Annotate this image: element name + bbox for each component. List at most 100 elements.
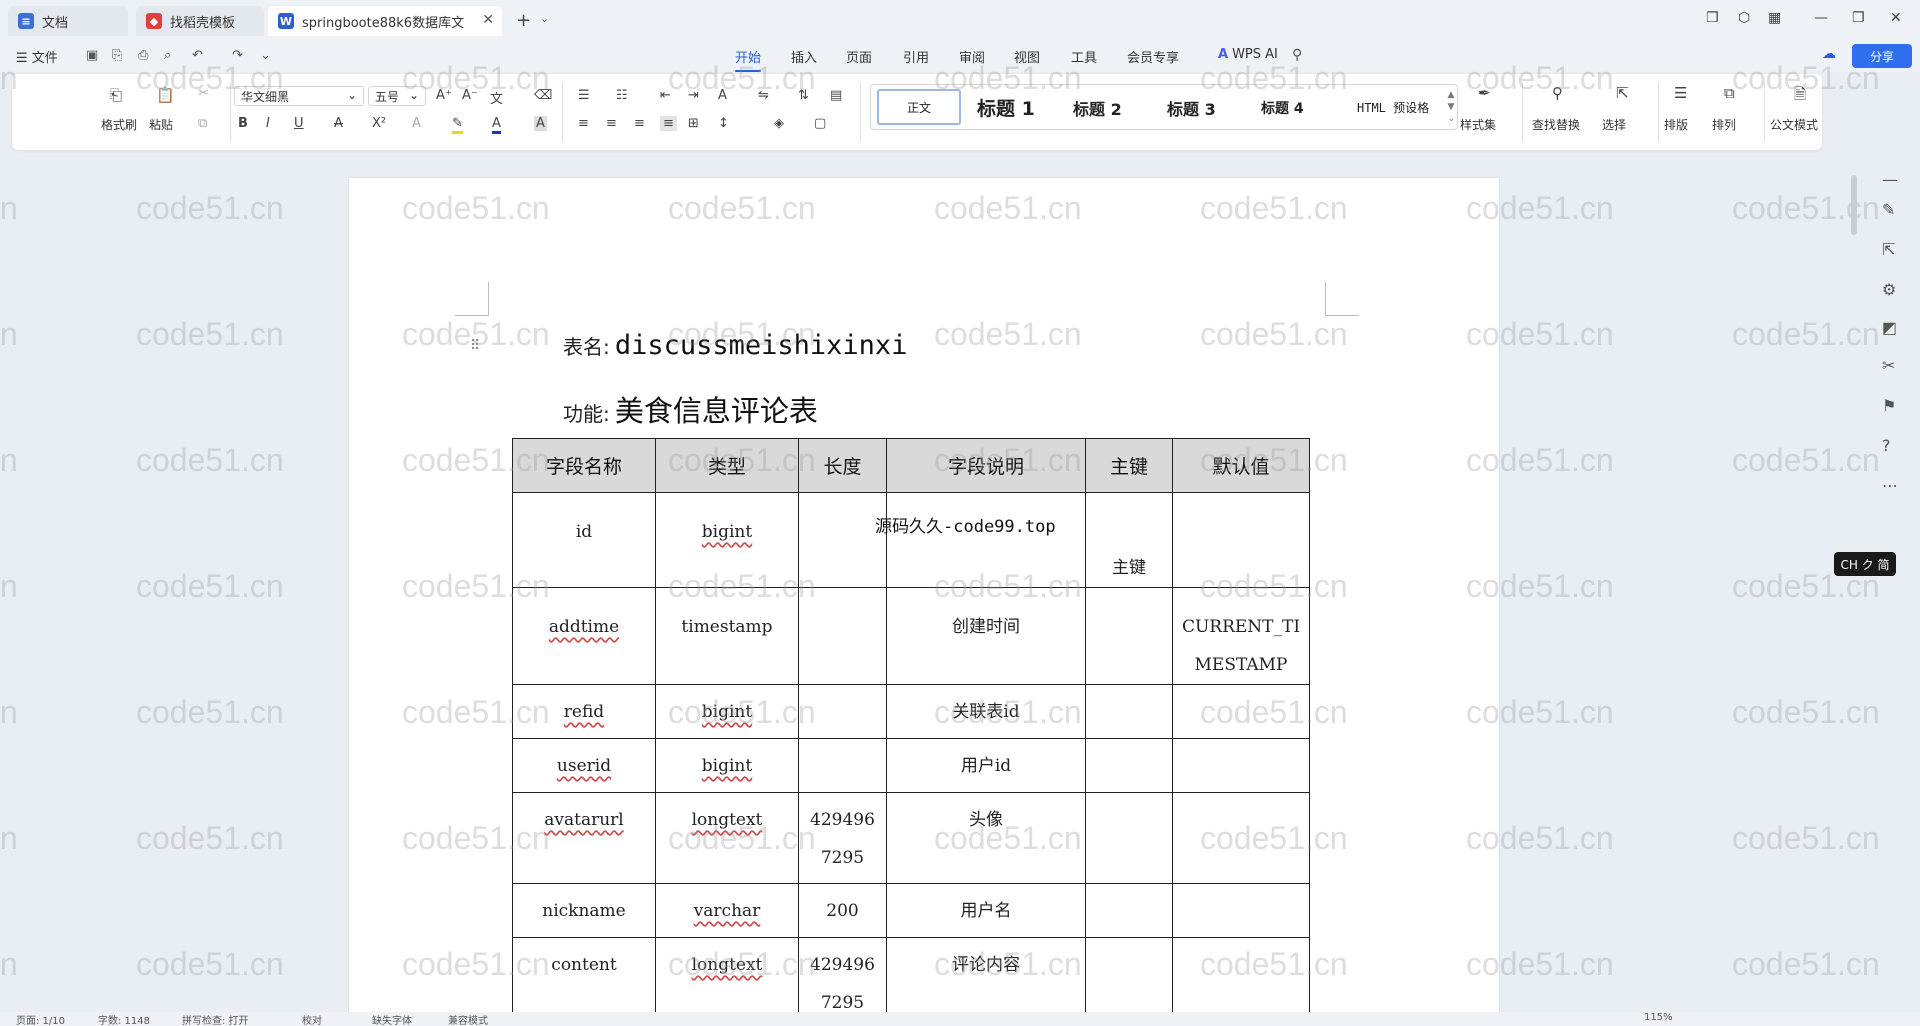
phonetic-icon[interactable]: 文: [490, 88, 503, 107]
style-heading-2[interactable]: 标题 2: [1073, 96, 1122, 120]
official-mode-button[interactable]: 公文模式: [1770, 116, 1818, 133]
tab-docs[interactable]: ≡ 文档: [8, 6, 128, 36]
drag-handle-icon[interactable]: ⠿: [470, 338, 480, 354]
select-cursor-icon[interactable]: ⇱: [1616, 84, 1629, 102]
cell-length[interactable]: 200: [798, 883, 887, 938]
redo-icon[interactable]: ↷: [232, 48, 243, 63]
cell-type[interactable]: timestamp: [655, 587, 799, 685]
tab-references[interactable]: 引用: [903, 47, 929, 66]
add-tab-icon[interactable]: +: [516, 10, 531, 31]
undo-icon[interactable]: ↶: [192, 48, 203, 63]
missing-font[interactable]: 缺失字体: [372, 1012, 412, 1026]
cell-name[interactable]: userid: [512, 738, 656, 793]
proofread[interactable]: 校对: [302, 1012, 322, 1026]
bold-icon[interactable]: B: [238, 116, 248, 131]
cell-desc[interactable]: 创建时间: [886, 587, 1086, 685]
font-name-select[interactable]: 华文细黑 ⌄: [234, 86, 364, 106]
italic-icon[interactable]: I: [266, 116, 270, 131]
official-doc-icon[interactable]: 🗎: [1794, 84, 1806, 109]
share-button[interactable]: 分享: [1852, 44, 1912, 68]
typeset-button[interactable]: 排版: [1664, 116, 1688, 133]
cell-desc[interactable]: 关联表id: [886, 684, 1086, 739]
zoom-level[interactable]: 115%: [1644, 1012, 1673, 1023]
sliders-icon[interactable]: ⚙: [1882, 280, 1896, 299]
find-replace-button[interactable]: 查找替换: [1532, 116, 1580, 133]
arrange-button[interactable]: 排列: [1712, 116, 1736, 133]
cell-length[interactable]: [798, 587, 887, 685]
tab-review[interactable]: 审阅: [959, 47, 985, 66]
paste-icon[interactable]: 📋: [156, 86, 175, 104]
superscript-icon[interactable]: X²: [372, 116, 386, 131]
select-button[interactable]: 选择: [1602, 116, 1626, 133]
cell-default[interactable]: [1172, 792, 1310, 884]
cell-pk[interactable]: [1085, 883, 1173, 938]
cell-pk[interactable]: 主键: [1085, 492, 1173, 588]
search-icon[interactable]: ⚲: [1552, 84, 1563, 102]
close-icon[interactable]: ✕: [482, 12, 494, 28]
tab-home[interactable]: 开始: [735, 47, 762, 72]
print-preview-icon[interactable]: ⌕: [164, 48, 171, 63]
cell-default[interactable]: [1172, 492, 1310, 588]
cut-icon[interactable]: ✂: [198, 86, 209, 101]
cell-pk[interactable]: [1085, 587, 1173, 685]
cell-name[interactable]: refid: [512, 684, 656, 739]
shrink-font-icon[interactable]: A⁻: [462, 88, 478, 103]
pen-icon[interactable]: ✎: [1882, 200, 1895, 219]
cell-type[interactable]: longtext: [655, 792, 799, 884]
style-heading-4[interactable]: 标题 4: [1261, 98, 1304, 118]
align-right-icon[interactable]: ≡: [634, 116, 645, 131]
style-heading-3[interactable]: 标题 3: [1167, 96, 1216, 120]
cell-desc[interactable]: 头像: [886, 792, 1086, 884]
shading-icon[interactable]: ◈: [774, 116, 784, 131]
clear-format-icon[interactable]: ⌫: [534, 88, 552, 103]
wps-ai-button[interactable]: A WPS AI: [1218, 47, 1278, 62]
cell-desc[interactable]: 主键: [886, 492, 1086, 588]
decrease-indent-icon[interactable]: ⇤: [660, 88, 671, 103]
arrange-icon[interactable]: ⧉: [1724, 84, 1735, 102]
cell-pk[interactable]: [1085, 738, 1173, 793]
copy-icon[interactable]: ⧉: [198, 116, 207, 131]
cell-default[interactable]: [1172, 883, 1310, 938]
spell-check[interactable]: 拼写检查: 打开: [182, 1012, 249, 1026]
cell-desc[interactable]: 用户名: [886, 883, 1086, 938]
align-center-icon[interactable]: ≡: [606, 116, 617, 131]
tab-member[interactable]: 会员专享: [1127, 47, 1179, 66]
search-icon[interactable]: ⚲: [1292, 47, 1302, 63]
cloud-upload-icon[interactable]: ☁: [1822, 46, 1836, 62]
grow-font-icon[interactable]: A⁺: [436, 88, 452, 103]
save-icon[interactable]: ▣: [86, 48, 98, 63]
page-count[interactable]: 页面: 1/10: [16, 1012, 65, 1026]
more-icon[interactable]: ⋯: [1882, 476, 1898, 495]
border-icon[interactable]: ▢: [814, 116, 826, 131]
tab-page[interactable]: 页面: [846, 47, 872, 66]
word-count[interactable]: 字数: 1148: [98, 1012, 150, 1026]
style-set-icon[interactable]: ✒: [1478, 84, 1491, 102]
cell-name[interactable]: id: [512, 492, 656, 588]
export-icon[interactable]: ⎘: [112, 48, 122, 63]
chevron-down-icon[interactable]: ⌄: [540, 12, 549, 25]
cell-type[interactable]: bigint: [655, 492, 799, 588]
shirt-icon[interactable]: ⚑: [1882, 396, 1896, 415]
line-spacing-icon[interactable]: ↕: [718, 116, 729, 131]
text-direction-icon[interactable]: A: [718, 88, 727, 103]
cell-pk[interactable]: [1085, 792, 1173, 884]
cell-default[interactable]: [1172, 738, 1310, 793]
cell-pk[interactable]: [1085, 684, 1173, 739]
style-html-preformatted[interactable]: HTML 预设格: [1357, 99, 1429, 116]
avatar[interactable]: ▦: [1768, 10, 1781, 26]
input-method-indicator[interactable]: CH ク 简: [1834, 552, 1896, 576]
tools-icon[interactable]: ✂: [1882, 356, 1895, 375]
tab-insert[interactable]: 插入: [791, 47, 817, 66]
sort-icon[interactable]: ⇅: [798, 88, 809, 103]
text-effect-icon[interactable]: A: [412, 116, 421, 131]
paste-button[interactable]: 粘贴: [149, 116, 173, 133]
char-shading-icon[interactable]: A: [534, 116, 547, 131]
cell-length[interactable]: [798, 738, 887, 793]
vertical-scrollbar[interactable]: [1851, 175, 1857, 235]
align-left-icon[interactable]: ≡: [578, 116, 589, 131]
cube-icon[interactable]: ⬡: [1738, 10, 1750, 26]
cell-type[interactable]: varchar: [655, 883, 799, 938]
tab-document[interactable]: W springboote88k6数据库文档 ✕: [268, 6, 502, 36]
cell-length[interactable]: [798, 684, 887, 739]
highlight-icon[interactable]: ✎: [452, 116, 463, 134]
